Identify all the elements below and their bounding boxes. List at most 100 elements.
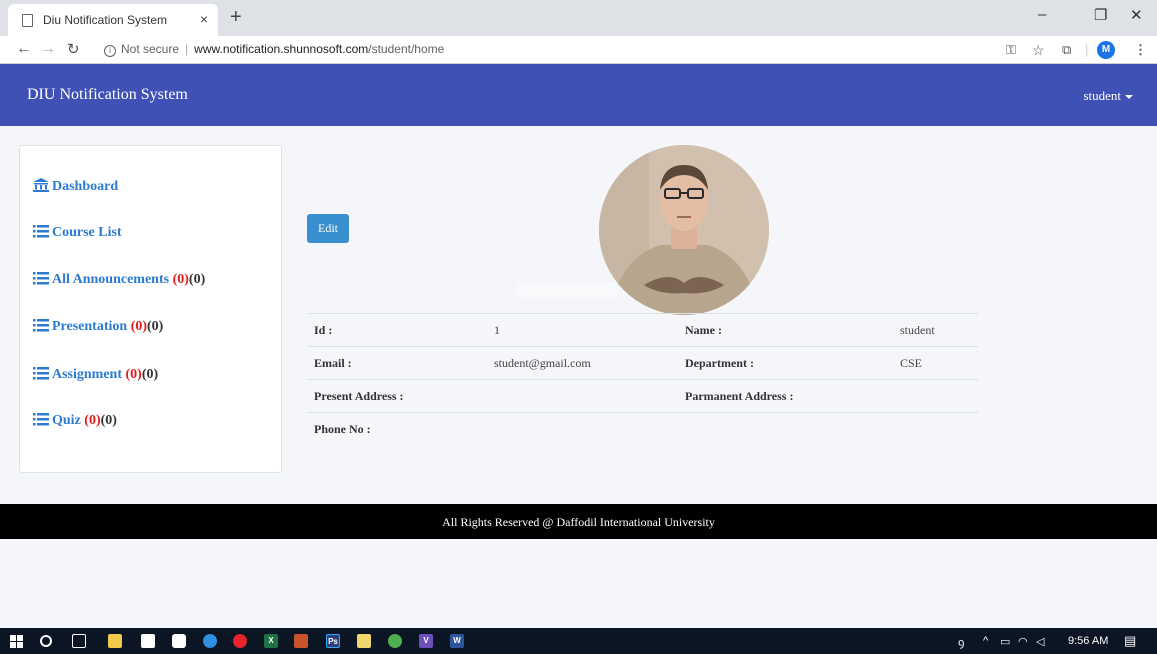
total-count: (0)	[188, 272, 206, 287]
back-arrow-icon[interactable]: ←	[16, 40, 32, 58]
list-icon	[33, 272, 49, 285]
new-tab-button[interactable]: +	[230, 6, 242, 29]
total-count: (0)	[100, 413, 117, 428]
tab-close-icon[interactable]: ×	[200, 11, 208, 27]
sidebar-item-label: Presentation	[52, 319, 131, 334]
edge-browser-icon[interactable]	[203, 634, 217, 648]
windows-start-icon[interactable]	[10, 635, 23, 648]
brand-title[interactable]: DIU Notification System	[27, 86, 188, 104]
menu-dots-icon[interactable]: ⋮	[1134, 42, 1147, 58]
profile-avatar[interactable]: M	[1097, 41, 1115, 59]
sidebar-item-label: All Announcements	[52, 272, 173, 287]
edit-button[interactable]: Edit	[307, 214, 349, 243]
chrome-icon[interactable]	[388, 634, 402, 648]
excel-icon[interactable]: X	[264, 634, 278, 648]
sidebar-item-quiz[interactable]: Quiz (0)(0)	[33, 413, 117, 429]
opera-icon[interactable]	[233, 634, 247, 648]
person-photo-icon	[599, 145, 769, 315]
sidebar: Dashboard Course List All Announcements …	[19, 145, 282, 473]
sidebar-item-dashboard[interactable]: Dashboard	[33, 178, 118, 195]
new-count: (0)	[172, 272, 189, 287]
word-icon[interactable]: W	[450, 634, 464, 648]
task-view-icon[interactable]	[72, 634, 86, 648]
bank-icon	[33, 178, 49, 192]
department-label: Department :	[685, 356, 754, 370]
profile-photo	[599, 145, 769, 315]
email-label: Email :	[314, 356, 352, 370]
url-host: www.notification.shunnosoft.com	[194, 42, 369, 56]
footer-text: All Rights Reserved @ Daffodil Internati…	[442, 515, 715, 529]
sidebar-item-assignment[interactable]: Assignment (0)(0)	[33, 367, 158, 383]
new-count: (0)	[125, 367, 142, 382]
clock[interactable]: 9:56 AM	[1068, 635, 1108, 647]
volume-icon[interactable]: ◁	[1036, 635, 1044, 648]
email-value: student@gmail.com	[494, 356, 591, 370]
browser-tab-bar: Diu Notification System × + – ❐ ✕	[0, 0, 1157, 36]
user-menu-label: student	[1083, 88, 1121, 103]
address-bar: ← → ↻ i Not secure | www.notification.shunn…	[0, 36, 1157, 64]
forward-arrow-icon[interactable]: →	[40, 40, 56, 58]
present-address-label: Present Address :	[314, 389, 404, 403]
minimize-button[interactable]: –	[1038, 6, 1046, 23]
new-count: (0)	[84, 413, 101, 428]
profile-info-table: Id : 1 Name : student Email : student@gm…	[308, 313, 978, 445]
battery-icon[interactable]: ▭	[1000, 635, 1010, 648]
people-icon[interactable]: ꝯ	[958, 635, 964, 650]
sidebar-item-label: Course List	[52, 225, 122, 240]
caret-down-icon	[1125, 95, 1133, 100]
notes-icon[interactable]	[357, 634, 371, 648]
app-icon[interactable]	[294, 634, 308, 648]
total-count: (0)	[147, 319, 164, 334]
sidebar-item-label: Assignment	[52, 367, 126, 382]
tab-title: Diu Notification System	[43, 13, 168, 27]
url-field[interactable]: i Not secure | www.notification.shunnosoft.…	[104, 42, 444, 57]
app-header: DIU Notification System student	[0, 64, 1157, 126]
chevron-up-icon[interactable]: ^	[983, 635, 988, 647]
department-value: CSE	[900, 356, 923, 370]
sidebar-item-presentation[interactable]: Presentation (0)(0)	[33, 319, 163, 335]
search-icon[interactable]	[40, 635, 52, 647]
extension-icon[interactable]: ⧉	[1062, 42, 1071, 58]
id-value: 1	[494, 323, 500, 337]
table-row: Phone No :	[308, 412, 978, 445]
page-icon	[22, 13, 33, 27]
os-taskbar: X Ps V W ꝯ ^ ▭ ◠ ◁ 9:56 AM ▤	[0, 628, 1157, 654]
name-value: student	[900, 323, 935, 337]
name-label: Name :	[685, 323, 722, 337]
restore-button[interactable]: ❐	[1094, 6, 1107, 24]
user-menu[interactable]: student	[1083, 88, 1133, 104]
window-close-button[interactable]: ✕	[1130, 6, 1143, 24]
security-label: Not secure	[121, 42, 180, 56]
list-icon	[33, 225, 49, 238]
sidebar-item-label: Dashboard	[52, 179, 119, 194]
url-path: /student/home	[368, 42, 445, 56]
total-count: (0)	[141, 367, 159, 382]
store-icon[interactable]	[141, 634, 155, 648]
ghost-placeholder	[517, 283, 617, 298]
bookmark-star-icon[interactable]: ☆	[1032, 42, 1045, 59]
photoshop-icon[interactable]: Ps	[326, 634, 340, 648]
sidebar-item-all-announcements[interactable]: All Announcements (0)(0)	[33, 272, 205, 288]
page-footer: All Rights Reserved @ Daffodil Internati…	[0, 504, 1157, 539]
visual-studio-icon[interactable]: V	[419, 634, 433, 648]
browser-tab[interactable]: Diu Notification System ×	[8, 4, 218, 36]
list-icon	[33, 367, 49, 380]
file-explorer-icon[interactable]	[108, 634, 122, 648]
notification-icon[interactable]: ▤	[1124, 633, 1136, 649]
permanent-address-label: Parmanent Address :	[685, 389, 794, 403]
wifi-icon[interactable]: ◠	[1018, 635, 1028, 648]
mail-icon[interactable]	[172, 634, 186, 648]
table-row: Present Address : Parmanent Address :	[308, 379, 978, 412]
toolbar-divider: |	[1085, 42, 1089, 57]
key-icon[interactable]: ⚿	[1006, 42, 1016, 58]
sidebar-item-label: Quiz	[52, 413, 85, 428]
new-count: (0)	[130, 319, 148, 334]
list-icon	[33, 413, 49, 426]
table-row: Id : 1 Name : student	[308, 313, 978, 346]
id-label: Id :	[314, 323, 333, 337]
list-icon	[33, 319, 49, 332]
sidebar-item-course-list[interactable]: Course List	[33, 225, 122, 241]
info-icon[interactable]: i	[104, 45, 116, 57]
reload-icon[interactable]: ↻	[67, 40, 80, 58]
phone-label: Phone No :	[314, 422, 371, 436]
